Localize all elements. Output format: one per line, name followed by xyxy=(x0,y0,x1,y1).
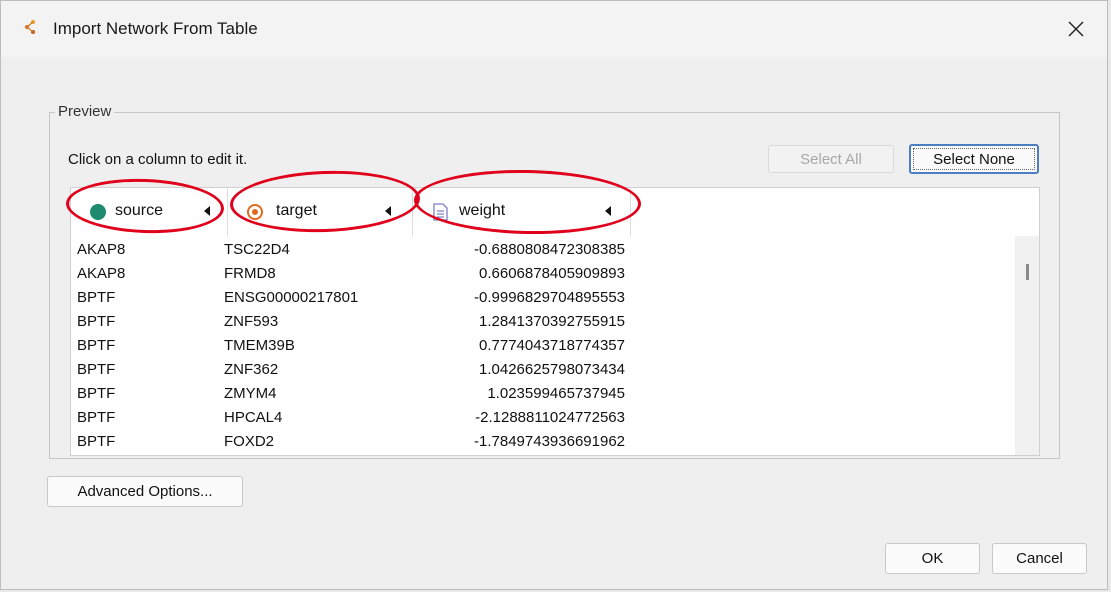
vertical-scrollbar[interactable] xyxy=(1015,236,1039,455)
preview-table: source target weight AKAP8 TSC22D4 -0.6880… xyxy=(70,187,1040,456)
cell-source: BPTF xyxy=(77,361,116,378)
focus-ring xyxy=(913,148,1035,170)
cell-target: TMEM39B xyxy=(224,337,295,354)
table-row: BPTF ZMYM4 1.023599465737945 xyxy=(71,382,1016,406)
cell-weight: 1.2841370392755915 xyxy=(479,313,625,330)
column-header-source[interactable]: source xyxy=(71,188,228,236)
cell-weight: 0.6606878405909893 xyxy=(479,265,625,282)
cell-weight: -1.7849743936691962 xyxy=(474,433,625,450)
cancel-button[interactable]: Cancel xyxy=(992,543,1087,574)
ok-button[interactable]: OK xyxy=(885,543,980,574)
close-icon xyxy=(1068,21,1084,37)
select-none-button[interactable]: Select None xyxy=(909,144,1039,174)
cell-source: BPTF xyxy=(77,433,116,450)
table-row: AKAP8 FRMD8 0.6606878405909893 xyxy=(71,262,1016,286)
cell-source: BPTF xyxy=(77,289,116,306)
column-label-weight: weight xyxy=(459,202,506,219)
cell-source: AKAP8 xyxy=(77,241,126,258)
select-all-button[interactable]: Select All xyxy=(768,145,894,173)
import-network-dialog: Import Network From Table Preview Click … xyxy=(0,0,1108,590)
cell-target: TSC22D4 xyxy=(224,241,290,258)
table-row: BPTF ZNF593 1.2841370392755915 xyxy=(71,310,1016,334)
column-menu-arrow-icon[interactable] xyxy=(605,206,611,216)
edge-attribute-icon xyxy=(433,203,448,221)
close-button[interactable] xyxy=(1045,1,1107,57)
column-label-target: target xyxy=(276,202,317,219)
cell-weight: 1.0426625798073434 xyxy=(479,361,625,378)
target-node-icon xyxy=(247,204,263,220)
ok-label: OK xyxy=(921,550,944,567)
advanced-options-label: Advanced Options... xyxy=(77,483,213,500)
cell-target: ZNF593 xyxy=(224,313,279,330)
column-header-weight[interactable]: weight xyxy=(413,188,631,236)
advanced-options-button[interactable]: Advanced Options... xyxy=(47,476,243,507)
column-menu-arrow-icon[interactable] xyxy=(385,206,391,216)
table-row: BPTF ZNF362 1.0426625798073434 xyxy=(71,358,1016,382)
cell-target: FOXD2 xyxy=(224,433,275,450)
cell-weight: -0.9996829704895553 xyxy=(474,289,625,306)
cell-source: BPTF xyxy=(77,313,116,330)
cell-target: HPCAL4 xyxy=(224,409,283,426)
source-node-icon xyxy=(90,204,106,220)
table-row: BPTF ENSG00000217801 -0.9996829704895553 xyxy=(71,286,1016,310)
cell-weight: -2.1288811024772563 xyxy=(475,409,625,426)
preview-legend: Preview xyxy=(55,103,115,120)
table-row: AKAP8 TSC22D4 -0.6880808472308385 xyxy=(71,238,1016,262)
edit-column-hint: Click on a column to edit it. xyxy=(68,151,248,168)
cell-target: FRMD8 xyxy=(224,265,276,282)
cell-source: AKAP8 xyxy=(77,265,126,282)
window-title: Import Network From Table xyxy=(53,19,258,38)
scrollbar-thumb[interactable] xyxy=(1026,264,1029,280)
column-header-target[interactable]: target xyxy=(228,188,413,236)
select-all-label: Select All xyxy=(800,150,862,168)
cell-weight: -0.6880808472308385 xyxy=(474,241,625,258)
cell-source: BPTF xyxy=(77,337,116,354)
cell-source: BPTF xyxy=(77,385,116,402)
column-menu-arrow-icon[interactable] xyxy=(204,206,210,216)
cell-weight: 1.023599465737945 xyxy=(487,385,625,402)
cell-target: ZNF362 xyxy=(224,361,279,378)
table-row: BPTF TMEM39B 0.7774043718774357 xyxy=(71,334,1016,358)
title-bar: Import Network From Table xyxy=(1,1,1107,57)
cell-target: ENSG00000217801 xyxy=(224,289,359,306)
cancel-label: Cancel xyxy=(1016,550,1063,567)
table-row: BPTF FOXD2 -1.7849743936691962 xyxy=(71,430,1016,454)
cell-target: ZMYM4 xyxy=(224,385,277,402)
cell-source: BPTF xyxy=(77,409,116,426)
column-label-source: source xyxy=(115,202,164,219)
app-icon xyxy=(25,20,35,34)
table-row: BPTF HPCAL4 -2.1288811024772563 xyxy=(71,406,1016,430)
cell-weight: 0.7774043718774357 xyxy=(479,337,625,354)
